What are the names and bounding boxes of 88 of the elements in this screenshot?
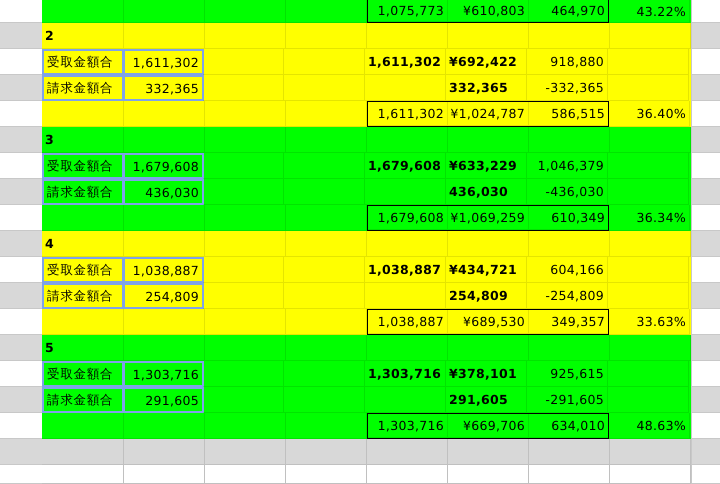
table-cell: 1,038,887 — [378, 314, 444, 329]
table-cell: -254,809 — [545, 288, 604, 303]
table-cell: 1,038,887 — [123, 257, 204, 283]
table-cell: 4 — [45, 236, 54, 251]
row-header[interactable] — [0, 23, 42, 49]
row-header — [691, 101, 720, 127]
table-cell: 1,679,608 — [378, 210, 444, 225]
row-header[interactable] — [0, 387, 42, 413]
row-header — [691, 387, 720, 413]
table-cell: 1,303,716 — [378, 418, 444, 433]
table-cell: 436,030 — [449, 184, 508, 199]
table-cell: 5 — [45, 340, 54, 355]
table-cell: 1,679,608 — [368, 158, 442, 173]
table-cell: 36.40% — [636, 106, 686, 121]
table-cell: ¥1,024,787 — [450, 106, 525, 121]
row-header — [691, 75, 720, 101]
table-cell: 1,611,302 — [368, 54, 442, 69]
table-cell: 1,611,302 — [378, 106, 444, 121]
table-cell: 918,880 — [550, 54, 604, 69]
row-header[interactable] — [0, 127, 42, 153]
table-cell: ¥689,530 — [462, 314, 525, 329]
row-header — [691, 413, 720, 439]
table-cell: ¥1,069,259 — [450, 210, 525, 225]
table-cell: ¥434,721 — [449, 262, 518, 277]
row-header — [691, 23, 720, 49]
row-header — [691, 0, 720, 23]
table-cell: 332,365 — [449, 80, 508, 95]
row-header — [691, 49, 720, 75]
table-cell: 349,357 — [551, 314, 605, 329]
table-cell: 3 — [45, 132, 54, 147]
table-cell: 1,303,716 — [368, 366, 442, 381]
table-cell: 604,166 — [550, 262, 604, 277]
table-cell: 332,365 — [123, 75, 204, 101]
row-header — [691, 127, 720, 153]
table-cell: 586,515 — [551, 106, 605, 121]
table-cell: ¥633,229 — [449, 158, 518, 173]
table-cell: 1,303,716 — [123, 361, 204, 387]
table-cell: 36.34% — [636, 210, 686, 225]
table-cell: ¥669,706 — [462, 418, 525, 433]
table-cell: 請求金額合 — [42, 387, 124, 413]
row-header[interactable] — [0, 439, 42, 465]
table-cell: -291,605 — [545, 392, 604, 407]
table-cell: 1,611,302 — [123, 49, 204, 75]
table-cell: 33.63% — [636, 314, 686, 329]
table-cell: ¥610,803 — [462, 3, 525, 18]
table-cell: 925,615 — [550, 366, 604, 381]
row-header — [691, 153, 720, 179]
table-cell: 受取金額合 — [42, 49, 124, 75]
table-cell: 291,605 — [123, 387, 204, 413]
table-cell: 464,970 — [551, 3, 605, 18]
table-cell: 634,010 — [551, 418, 605, 433]
table-cell: 254,809 — [449, 288, 508, 303]
table-cell: 1,075,773 — [378, 3, 444, 18]
table-cell: -332,365 — [545, 80, 604, 95]
row-header — [691, 361, 720, 387]
table-cell: 請求金額合 — [42, 179, 124, 205]
row-header[interactable] — [0, 231, 42, 257]
table-cell: 291,605 — [449, 392, 508, 407]
row-header — [691, 309, 720, 335]
row-header — [691, 283, 720, 309]
table-cell: 610,349 — [551, 210, 605, 225]
row-header — [691, 439, 720, 465]
row-header[interactable] — [0, 75, 42, 101]
row-header — [691, 465, 720, 484]
row-header[interactable] — [0, 283, 42, 309]
table-cell: ¥692,422 — [449, 54, 518, 69]
row-header — [691, 205, 720, 231]
table-cell: 請求金額合 — [42, 75, 124, 101]
table-cell: 1,046,379 — [538, 158, 604, 173]
table-cell: 請求金額合 — [42, 283, 124, 309]
table-cell: -436,030 — [545, 184, 604, 199]
table-cell: 受取金額合 — [42, 361, 124, 387]
table-cell: ¥378,101 — [449, 366, 518, 381]
row-header — [691, 257, 720, 283]
table-cell: 受取金額合 — [42, 257, 124, 283]
row-header — [691, 335, 720, 361]
table-cell: 436,030 — [123, 179, 204, 205]
table-cell: 受取金額合 — [42, 153, 124, 179]
table-cell: 254,809 — [123, 283, 204, 309]
table-cell: 43.22% — [636, 4, 686, 18]
table-cell: 48.63% — [636, 418, 686, 433]
table-cell: 2 — [45, 28, 54, 43]
row-header[interactable] — [0, 335, 42, 361]
row-header — [691, 231, 720, 257]
table-cell: 1,679,608 — [123, 153, 204, 179]
row-header[interactable] — [0, 179, 42, 205]
row-header — [691, 179, 720, 205]
table-cell: 1,038,887 — [368, 262, 442, 277]
